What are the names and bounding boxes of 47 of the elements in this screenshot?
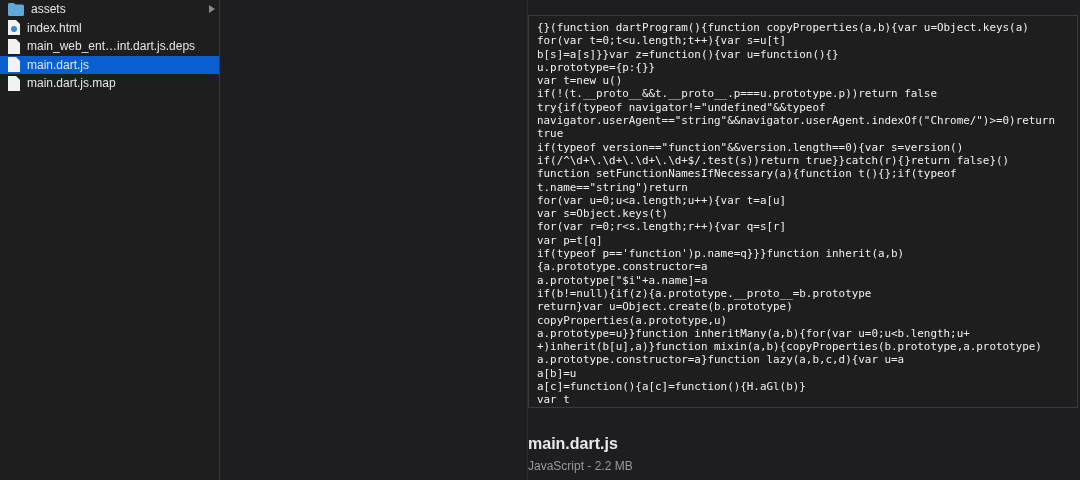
code-line: b[s]=a[s]}}var z=function(){var u=function(){}: [537, 47, 840, 61]
file-row[interactable]: assets: [0, 0, 219, 19]
code-line: var t=new u(): [537, 74, 624, 88]
code-line: if(b!=null){if(z){a.prototype.__proto__=b.prototype: [537, 286, 873, 301]
file-row[interactable]: main.dart.js.map: [0, 74, 219, 93]
file-row[interactable]: main.dart.js: [0, 55, 219, 74]
code-line: a.prototype=u}}function inheritMany(a,b){for(var u=0;u<b.length;u+: [537, 326, 971, 341]
code-line: for(var r=0;r<s.length;r++){var q=s[r]: [537, 220, 788, 234]
code-line: for(var t=0;t<u.length;t++){var s=u[t]: [537, 34, 788, 48]
file-name: index.html: [27, 21, 83, 34]
file-name: assets: [31, 3, 67, 16]
code-line: try{if(typeof navigator!="undefined"&&typeof: [537, 100, 827, 115]
code-line: a[b]=u: [537, 366, 578, 380]
file-title: main.dart.js: [528, 436, 619, 452]
document-icon: [8, 75, 20, 91]
code-line: if(typeof p=='function')p.name=q}}}function inherit(a,b): [537, 247, 906, 261]
code-line: {a.prototype.constructor=a: [537, 260, 709, 274]
code-line: t.name=="string")return: [537, 180, 689, 194]
code-line: function setFunctionNamesIfNecessary(a){function t(){};if(typeof: [537, 167, 958, 181]
code-line: var s=Object.keys(t): [537, 207, 670, 221]
file-name: main.dart.js: [27, 58, 91, 71]
code-line: u.prototype={p:{}}: [537, 60, 657, 75]
code-line: var t: [537, 393, 571, 407]
code-line: if(/^\d+\.\d+\.\d+\.\d+$/.test(s))return true}}catch(r){}return false}(): [537, 153, 1011, 168]
code-line: a.prototype["$i"+a.name]=a: [537, 273, 709, 287]
file-name: main.dart.js.map: [27, 77, 117, 90]
code-line: {}(function dartProgram(){function copyProperties(a,b){var u=Object.keys(a): [537, 21, 1030, 35]
file-name: main_web_ent…int.dart.js.deps: [27, 40, 197, 53]
document-icon: [8, 57, 20, 73]
code-line: if(!(t.__proto__&&t.__proto__.p===u.prototype.p))return false: [537, 87, 938, 101]
code-line: if(typeof version=="function"&&version.length==0){var s=version(): [537, 140, 965, 154]
file-row[interactable]: main_web_ent…int.dart.js.deps: [0, 37, 219, 56]
code-line: return}var u=Object.create(b.prototype): [537, 300, 794, 314]
document-icon: [8, 38, 20, 54]
code-line: a.prototype.constructor=a}function lazy(a,b,c,d){var u=a: [537, 353, 906, 367]
file-info: JavaScript - 2.2 MB: [528, 460, 634, 472]
code-line: navigator.userAgent=="string"&&navigator.userAgent.indexOf("Chrome/")>=0)return: [537, 114, 1056, 128]
web-document-icon: [8, 20, 20, 36]
code-line: var p=t[q]: [537, 233, 604, 248]
code-line: a[c]=function(){a[c]=function(){H.aGl(b)}: [537, 380, 807, 394]
file-row[interactable]: index.html: [0, 18, 219, 37]
code-line: for(var u=0;u<a.length;u++){var t=a[u]: [537, 193, 788, 208]
code-line: copyProperties(a.prototype,u): [537, 313, 729, 327]
code-line: true: [537, 127, 565, 141]
folder-icon: [8, 2, 24, 16]
disclosure-icon: [209, 5, 215, 14]
code-line: +)inherit(b[u],a)}function mixin(a,b){copyProperties(b.prototype,a.prototype): [537, 340, 1043, 354]
